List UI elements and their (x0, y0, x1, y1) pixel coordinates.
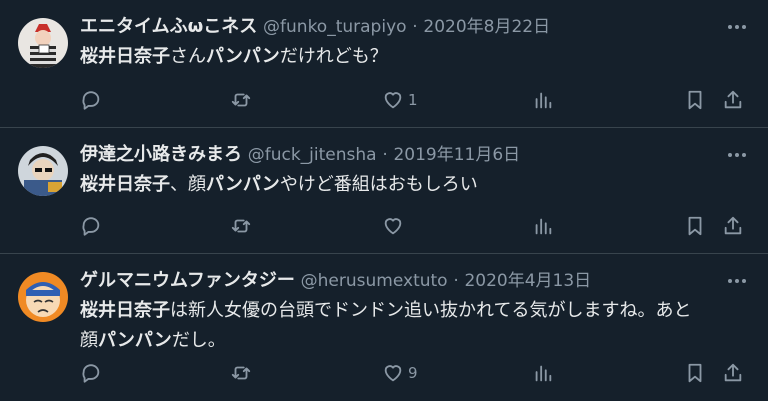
share-button[interactable] (722, 88, 744, 112)
retweet-button[interactable] (230, 88, 252, 112)
retweet-icon (231, 366, 251, 380)
action-bar: 9 (80, 361, 748, 385)
tweet[interactable]: ゲルマニウムファンタジー @herusumextuto · 2020年4月13日… (0, 254, 768, 401)
views-icon (535, 365, 552, 382)
heart-icon (384, 218, 402, 235)
text-span: やけど番組はおもしろい (279, 174, 478, 195)
reply-button[interactable] (80, 88, 102, 112)
like-button[interactable]: 1 (382, 88, 418, 112)
display-name[interactable]: ゲルマニウムファンタジー (80, 270, 295, 291)
bookmark-icon (688, 216, 702, 236)
tweet[interactable]: エニタイムふωこネス @funko_turapiyo · 2020年8月22日 … (0, 0, 768, 128)
text-span: だけれども？ (279, 46, 388, 67)
tweet-text: 桜井日奈子は新人女優の台頭でドンドン追い抜かれてる気がしますね。あと 顔パンパンだ… (80, 296, 750, 356)
tweet-date[interactable]: 2020年4月13日 (464, 271, 591, 291)
heart-icon (384, 92, 402, 109)
bookmark-icon (688, 90, 702, 110)
text-span: 顔 (80, 330, 98, 351)
bookmark-button[interactable] (684, 361, 706, 385)
reply-button[interactable] (80, 361, 102, 385)
tweet-header: エニタイムふωこネス @funko_turapiyo · 2020年8月22日 (80, 14, 750, 40)
tweet-text-line: 桜井日奈子は新人女優の台頭でドンドン追い抜かれてる気がしますね。あと (80, 296, 750, 326)
views-button[interactable] (532, 88, 554, 112)
separator: · (382, 145, 388, 165)
bookmark-button[interactable] (684, 88, 706, 112)
retweet-button[interactable] (230, 361, 252, 385)
text-span: さん (170, 46, 206, 67)
like-button[interactable] (382, 214, 408, 238)
user-handle[interactable]: @funko_turapiyo (263, 17, 407, 37)
text-bold: 桜井日奈子 (80, 174, 170, 195)
display-name[interactable]: エニタイムふωこネス (80, 16, 257, 37)
retweet-icon (231, 93, 251, 107)
user-handle[interactable]: @herusumextuto (301, 271, 448, 291)
text-span: は新人女優の台頭でドンドン追い抜かれてる気がしますね。あと (170, 300, 692, 321)
tweet-date[interactable]: 2020年8月22日 (423, 17, 550, 37)
display-name[interactable]: 伊達之小路きみまろ (80, 144, 242, 165)
like-count: 1 (408, 91, 418, 109)
tweet-header: 伊達之小路きみまろ @fuck_jitensha · 2019年11月6日 (80, 142, 750, 168)
reply-icon (82, 91, 100, 110)
reply-icon (82, 364, 100, 383)
share-icon (724, 363, 742, 382)
share-button[interactable] (722, 361, 744, 385)
text-span: 、顔 (170, 174, 206, 195)
text-bold: パンパン (206, 174, 280, 195)
tweet-text: 桜井日奈子、顔パンパンやけど番組はおもしろい (80, 170, 750, 200)
reply-icon (82, 217, 100, 236)
more-icon[interactable] (724, 268, 750, 294)
retweet-icon (231, 219, 251, 233)
avatar[interactable] (18, 146, 68, 196)
text-bold: パンパン (98, 330, 172, 351)
separator: · (412, 17, 418, 37)
heart-icon (384, 365, 402, 382)
share-button[interactable] (722, 214, 744, 238)
avatar[interactable] (18, 18, 68, 68)
avatar[interactable] (18, 272, 68, 322)
views-icon (535, 92, 552, 109)
text-bold: パンパン (206, 46, 280, 67)
tweet-date[interactable]: 2019年11月6日 (393, 145, 520, 165)
user-handle[interactable]: @fuck_jitensha (248, 145, 377, 165)
text-bold: 桜井日奈子 (80, 46, 170, 67)
text-bold: 桜井日奈子 (80, 300, 170, 321)
retweet-button[interactable] (230, 214, 252, 238)
tweet[interactable]: 伊達之小路きみまろ @fuck_jitensha · 2019年11月6日 桜井… (0, 128, 768, 254)
like-count: 9 (408, 364, 418, 382)
more-icon[interactable] (724, 142, 750, 168)
bookmark-icon (688, 363, 702, 383)
separator: · (453, 271, 459, 291)
views-icon (535, 218, 552, 235)
action-bar: 1 (80, 88, 748, 112)
share-icon (724, 90, 742, 109)
text-span: だし。 (171, 330, 226, 351)
views-button[interactable] (532, 214, 554, 238)
views-button[interactable] (532, 361, 554, 385)
share-icon (724, 216, 742, 235)
action-bar (80, 214, 748, 238)
tweet-header: ゲルマニウムファンタジー @herusumextuto · 2020年4月13日 (80, 268, 750, 294)
like-button[interactable]: 9 (382, 361, 418, 385)
tweet-text: 桜井日奈子さんパンパンだけれども？ (80, 42, 750, 72)
tweet-text-line: 顔パンパンだし。 (80, 326, 750, 356)
reply-button[interactable] (80, 214, 102, 238)
bookmark-button[interactable] (684, 214, 706, 238)
more-icon[interactable] (724, 14, 750, 40)
